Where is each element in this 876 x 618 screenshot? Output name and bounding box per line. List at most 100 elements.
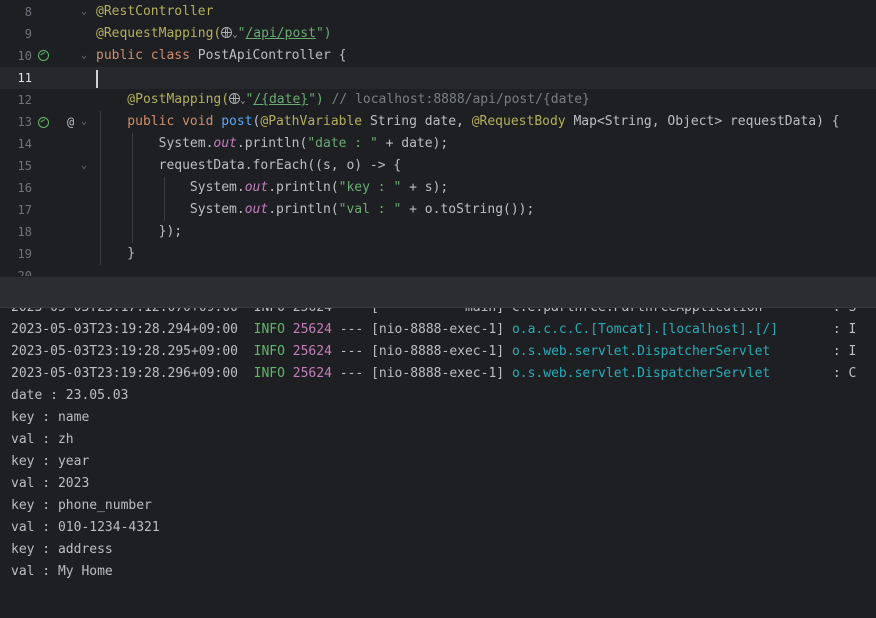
web-endpoint-icon[interactable]: ⌄ [229,92,245,107]
fold-chevron-icon[interactable]: ⌄ [81,155,93,177]
code-token: "val : " [338,202,402,217]
log-logger[interactable]: o.s.web.servlet.DispatcherServlet [512,344,770,359]
code-token: // localhost:8888/api/post/{date} [323,92,590,107]
code-token: } [96,246,136,261]
spring-bean-icon[interactable] [38,117,49,128]
console-log-line: 2023-05-03T23:19:28.296+09:00 INFO 25624… [11,363,856,385]
code-line[interactable]: 11 [0,67,876,89]
request-mapping-icon[interactable]: @ [67,111,74,133]
log-ts: 2023-05-03T23:19:28.295+09:00 [11,344,238,359]
log-level: INFO [253,344,285,359]
line-number: 13 [17,115,32,129]
console-log-line: 2023-05-03T23:17:12.070+09:00 INFO 25624… [11,308,856,319]
line-number: 8 [24,5,32,19]
code-text: }); [96,221,182,243]
fold-chevron-icon[interactable]: ⌄ [81,111,93,133]
code-line[interactable]: 10 ⌄ public class PostApiController { [0,45,876,67]
code-token: /{date} [253,92,309,107]
line-number: 19 [17,247,32,261]
code-editor[interactable]: 8 ⌄ @RestController 9 @RequestMapping(⌄"/api… [0,0,876,276]
console-output-line: key : year [11,454,90,469]
panel-divider[interactable] [0,276,876,309]
console-output-line: key : name [11,410,90,425]
line-number: 12 [17,93,32,107]
code-token: @PostMapping( [96,92,230,107]
code-token: String date, [362,114,472,129]
spring-bean-icon[interactable] [38,50,49,61]
code-token: }); [96,224,183,239]
code-token: .println( [268,202,339,217]
console-output-line: val : 010-1234-4321 [11,520,160,535]
indent-guide [164,177,165,221]
code-token: out [244,180,269,195]
line-number: 11 [17,71,32,85]
console-log-line: 2023-05-03T23:19:28.295+09:00 INFO 25624… [11,341,856,363]
web-endpoint-icon[interactable]: ⌄ [221,26,238,41]
code-token: public void [96,114,222,129]
code-token: out [213,136,237,151]
code-token: + s); [401,180,449,195]
log-pid: 25624 [292,322,332,337]
indent-guide [100,111,101,265]
log-pid: 25624 [292,366,332,381]
code-token: public class [96,48,198,63]
log-thread: [nio-8888-exec-1] [371,366,505,381]
code-line[interactable]: 20 [0,265,876,276]
line-number: 20 [17,269,32,276]
line-number: 17 [17,203,32,217]
code-token: "key : " [338,180,402,195]
code-line[interactable]: 12 @PostMapping(⌄"/{date}") // localhost… [0,89,876,111]
log-level: INFO [253,322,285,337]
code-token: @RequestBody [471,114,566,129]
code-token: @PathVariable [260,114,363,129]
code-token: .println( [236,136,308,151]
indent-guide [132,133,133,243]
log-rest: : I [832,322,857,337]
line-number: 18 [17,225,32,239]
code-token: PostApiController { [197,48,347,63]
code-text: @RestController [96,1,213,23]
code-token: @RequestMapping( [96,26,222,41]
code-token: out [244,202,269,217]
code-token: System. [96,180,245,195]
code-line[interactable]: 9 @RequestMapping(⌄"/api/post") [0,23,876,45]
fold-chevron-icon[interactable]: ⌄ [81,45,93,67]
code-text: public void post(@PathVariable String da… [96,111,839,133]
log-thread: [nio-8888-exec-1] [371,344,505,359]
code-token: ") [308,92,324,107]
log-logger[interactable]: o.a.c.c.C.[Tomcat].[localhost].[/] [512,322,778,337]
code-token: System. [96,202,245,217]
code-token: /api/post [245,26,316,41]
log-sep: --- [339,344,364,359]
code-token: System. [96,136,214,151]
code-token: + o.toString()); [401,202,535,217]
log-sep: --- [339,322,364,337]
code-text: @RequestMapping(⌄"/api/post") [96,23,332,46]
code-line[interactable]: 13 ⌄ public void post(@PathVariable Strin… [0,111,876,133]
log-thread: [nio-8888-exec-1] [371,322,505,337]
log-logger[interactable]: o.s.web.servlet.DispatcherServlet [512,366,770,381]
console-output-line: val : My Home [11,564,113,579]
line-number: 9 [24,27,32,41]
code-token: ") [315,26,332,41]
code-text: requestData.forEach((s, o) -> { [96,155,402,177]
line-number: 15 [17,159,32,173]
log-ts: 2023-05-03T23:19:28.296+09:00 [11,366,238,381]
code-line[interactable]: 19 } [0,243,876,265]
code-token: + date); [377,136,449,151]
code-token: @RestController [96,4,214,19]
log-rest: : I [832,344,857,359]
fold-chevron-icon[interactable]: ⌄ [81,1,93,23]
console-output-line: key : address [11,542,113,557]
run-console[interactable]: 2023-05-03T23:17:12.070+09:00 INFO 25624… [0,308,876,618]
log-level: INFO [253,366,285,381]
text-caret [96,70,98,88]
code-token: requestData.forEach((s, o) -> { [96,158,402,173]
code-text: System.out.println("key : " + s); [96,177,448,199]
log-pid: 25624 [292,344,332,359]
code-line[interactable]: 8 ⌄ @RestController [0,1,876,23]
code-token: "date : " [307,136,378,151]
console-log-line: 2023-05-03T23:19:28.294+09:00 INFO 25624… [11,319,856,341]
code-text: public class PostApiController { [96,45,346,67]
code-text: System.out.println("date : " + date); [96,133,449,155]
